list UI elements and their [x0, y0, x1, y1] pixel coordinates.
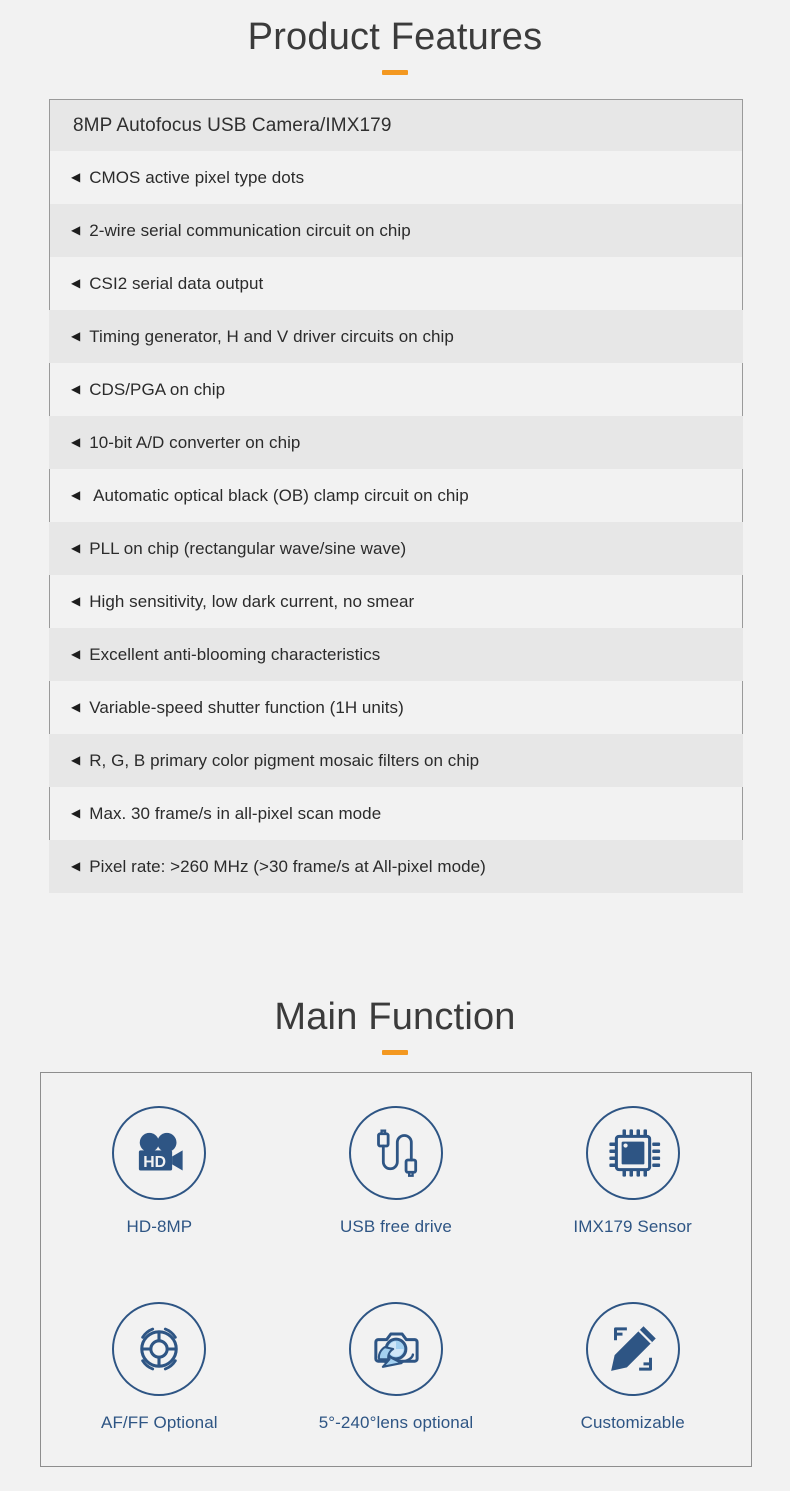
- features-table-header-row: 8MP Autofocus USB Camera/IMX179: [49, 99, 743, 151]
- triangle-left-icon: ◀: [71, 646, 81, 661]
- product-features-title: Product Features: [247, 16, 543, 58]
- heading-accent-rule: [382, 1050, 408, 1055]
- feature-text: Pixel rate: >260 MHz (>30 frame/s at All…: [89, 856, 486, 876]
- hd-video-camera-icon: HD: [139, 1132, 183, 1171]
- triangle-left-icon: ◀: [71, 540, 81, 555]
- triangle-left-icon: ◀: [71, 169, 81, 184]
- table-row: ◀ Pixel rate: >260 MHz (>30 frame/s at Al…: [49, 840, 743, 893]
- table-row: ◀ Automatic optical black (OB) clamp cir…: [49, 469, 743, 522]
- feature-text: Max. 30 frame/s in all-pixel scan mode: [89, 803, 382, 823]
- table-row: ◀ R, G, B primary color pigment mosaic fi…: [49, 734, 743, 787]
- triangle-left-icon: ◀: [71, 752, 81, 767]
- table-row: ◀ CMOS active pixel type dots: [49, 151, 743, 204]
- icon-circle: [348, 1105, 443, 1200]
- features-table: 8MP Autofocus USB Camera/IMX179 ◀ CMOS ac…: [49, 99, 743, 893]
- triangle-left-icon: ◀: [71, 699, 81, 714]
- table-row: ◀ 10-bit A/D converter on chip: [49, 416, 743, 469]
- triangle-left-icon: ◀: [71, 593, 81, 608]
- feature-tile-hd-8mp: HD HD-8MP: [41, 1073, 278, 1270]
- icon-circle: [585, 1302, 680, 1397]
- feature-tile-label: IMX179 Sensor: [573, 1216, 692, 1236]
- triangle-left-icon: ◀: [71, 487, 81, 502]
- icon-circle: [585, 1105, 680, 1200]
- feature-text: 10-bit A/D converter on chip: [89, 432, 301, 452]
- product-detail-page: Product Features 8MP Autofocus USB Camer…: [0, 0, 790, 1491]
- table-row: ◀ Excellent anti-blooming characteristics: [49, 628, 743, 681]
- feature-text: PLL on chip (rectangular wave/sine wave): [89, 538, 407, 558]
- feature-text: Automatic optical black (OB) clamp circu…: [89, 485, 469, 505]
- feature-tile-label: 5°-240°lens optional: [318, 1413, 474, 1433]
- table-row: ◀ CSI2 serial data output: [49, 257, 743, 310]
- feature-text: Timing generator, H and V driver circuit…: [89, 326, 454, 346]
- feature-tile-usb-free-drive: USB free drive: [278, 1073, 515, 1270]
- product-features-header: Product Features: [0, 18, 790, 75]
- icon-circle: [112, 1302, 207, 1397]
- feature-tile-label: USB free drive: [340, 1216, 452, 1236]
- feature-tile-imx179-sensor: IMX179 Sensor: [514, 1073, 751, 1270]
- triangle-left-icon: ◀: [71, 328, 81, 343]
- feature-text: R, G, B primary color pigment mosaic fil…: [89, 750, 480, 770]
- feature-text: Variable-speed shutter function (1H unit…: [89, 697, 404, 717]
- camera-rotate-icon: [374, 1332, 419, 1369]
- triangle-left-icon: ◀: [71, 858, 81, 873]
- feature-text: CSI2 serial data output: [89, 273, 264, 293]
- feature-tile-lens-optional: 5°-240°lens optional: [278, 1270, 515, 1467]
- features-table-header-label: 8MP Autofocus USB Camera/IMX179: [73, 114, 392, 136]
- feature-tile-label: Customizable: [580, 1413, 685, 1433]
- feature-text: CDS/PGA on chip: [89, 379, 226, 399]
- triangle-left-icon: ◀: [71, 434, 81, 449]
- feature-tile-customizable: Customizable: [514, 1270, 751, 1467]
- feature-text: Excellent anti-blooming characteristics: [89, 644, 381, 664]
- feature-text: High sensitivity, low dark current, no s…: [89, 591, 415, 611]
- triangle-left-icon: ◀: [71, 805, 81, 820]
- feature-tile-label: HD-8MP: [126, 1216, 193, 1236]
- pencil-ruler-icon: [610, 1326, 656, 1372]
- table-row: ◀ Timing generator, H and V driver circui…: [49, 310, 743, 363]
- table-row: ◀ Variable-speed shutter function (1H uni…: [49, 681, 743, 734]
- triangle-left-icon: ◀: [71, 222, 81, 237]
- table-row: ◀ PLL on chip (rectangular wave/sine wave…: [49, 522, 743, 575]
- triangle-left-icon: ◀: [71, 381, 81, 396]
- table-row: ◀ 2-wire serial communication circuit on …: [49, 204, 743, 257]
- usb-cable-icon: [377, 1129, 418, 1177]
- svg-text:HD: HD: [144, 1154, 167, 1171]
- icon-circle: [348, 1302, 443, 1397]
- chip-sensor-icon: [609, 1129, 660, 1177]
- heading-accent-rule: [382, 70, 408, 75]
- feature-text: 2-wire serial communication circuit on c…: [89, 220, 411, 240]
- main-function-panel: HD HD-8MP USB free drive IMX179 Sensor A…: [40, 1072, 752, 1467]
- feature-tile-label: AF/FF Optional: [101, 1413, 218, 1433]
- feature-text: CMOS active pixel type dots: [89, 167, 305, 187]
- icon-circle: HD: [112, 1105, 207, 1200]
- triangle-left-icon: ◀: [71, 275, 81, 290]
- lens-aperture-icon: [140, 1327, 179, 1371]
- main-function-header: Main Function: [0, 998, 790, 1055]
- table-row: ◀ CDS/PGA on chip: [49, 363, 743, 416]
- table-row: ◀ Max. 30 frame/s in all-pixel scan mode: [49, 787, 743, 840]
- table-row: ◀ High sensitivity, low dark current, no …: [49, 575, 743, 628]
- main-function-title: Main Function: [274, 996, 516, 1038]
- feature-tile-af-ff-optional: AF/FF Optional: [41, 1270, 278, 1467]
